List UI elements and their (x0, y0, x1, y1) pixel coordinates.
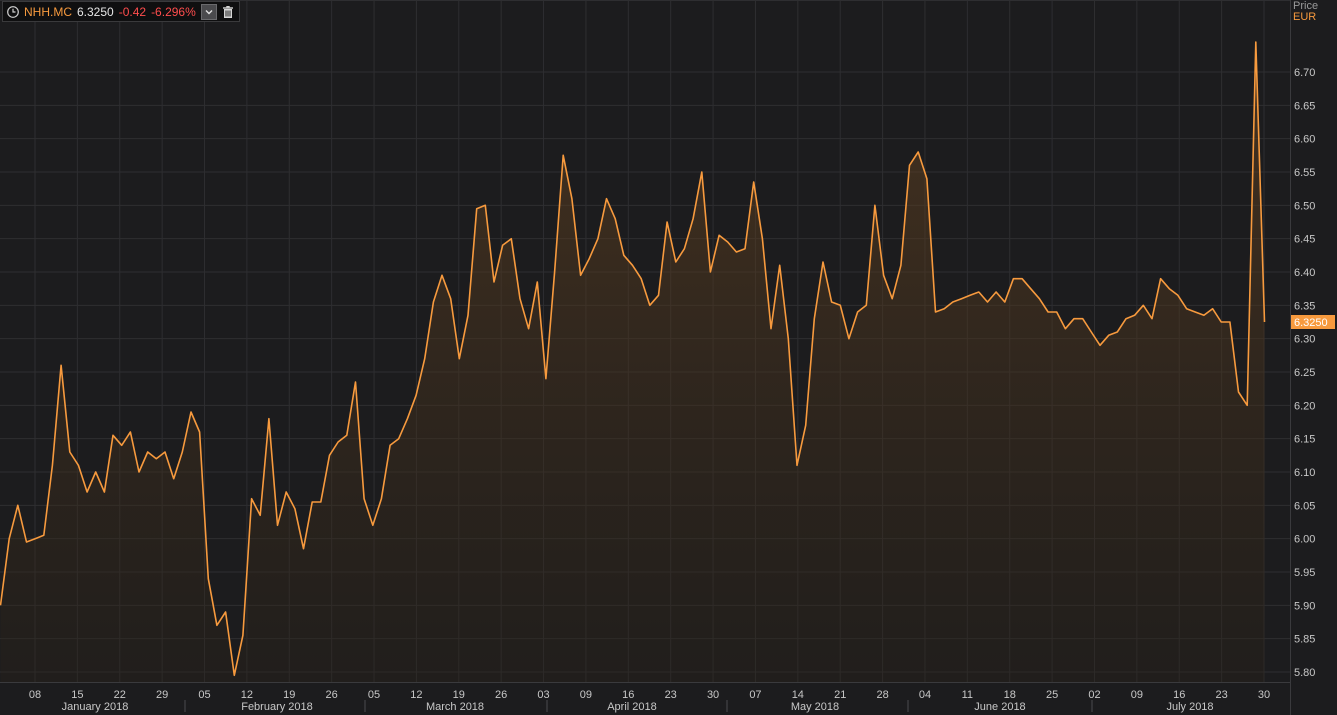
x-day-tick-label: 02 (1088, 689, 1100, 701)
x-day-tick-label: 07 (749, 689, 761, 701)
x-day-tick-label: 16 (1173, 689, 1185, 701)
y-tick-label: 6.55 (1294, 167, 1315, 179)
x-day-tick-label: 09 (580, 689, 592, 701)
x-month-label: May 2018 (791, 701, 839, 713)
x-day-tick-label: 30 (707, 689, 719, 701)
x-day-tick-label: 11 (962, 689, 973, 701)
x-day-tick-label: 18 (1004, 689, 1016, 701)
x-day-tick-label: 28 (876, 689, 888, 701)
y-tick-label: 6.05 (1294, 500, 1315, 512)
y-tick-label: 6.35 (1294, 300, 1315, 312)
y-tick-label: 5.90 (1294, 600, 1315, 612)
price-area (0, 42, 1265, 682)
x-month-label: March 2018 (426, 701, 484, 713)
trash-icon[interactable] (221, 5, 235, 19)
price-change: -0.42 (118, 4, 147, 19)
y-tick-label: 6.25 (1294, 367, 1315, 379)
last-price: 6.3250 (77, 4, 114, 19)
y-tick-label: 5.95 (1294, 567, 1315, 579)
y-tick-label: 6.65 (1294, 100, 1315, 112)
instrument-header[interactable]: NHH.MC 6.3250 -0.42 -6.296% (2, 1, 240, 22)
x-month-label: April 2018 (607, 701, 657, 713)
y-tick-label: 5.80 (1294, 667, 1315, 679)
y-tick-label: 6.30 (1294, 334, 1315, 346)
y-tick-label: 6.15 (1294, 434, 1315, 446)
y-tick-label: 6.20 (1294, 400, 1315, 412)
ticker-symbol: NHH.MC (24, 4, 72, 19)
price-chart[interactable]: 5.80 5.85 5.90 5.95 6.00 6.05 6.10 6.15 6.20 6.25… (0, 0, 1337, 715)
x-day-tick-label: 05 (198, 689, 210, 701)
x-day-tick-label: 12 (410, 689, 422, 701)
x-month-label: February 2018 (241, 701, 313, 713)
y-tick-label: 6.40 (1294, 267, 1315, 279)
x-day-tick-label: 19 (283, 689, 295, 701)
x-day-tick-label: 29 (156, 689, 168, 701)
x-day-tick-label: 03 (537, 689, 549, 701)
x-day-tick-label: 14 (792, 689, 804, 701)
x-day-tick-label: 12 (241, 689, 253, 701)
x-month-label: January 2018 (62, 701, 129, 713)
last-price-badge-label: 6.3250 (1294, 317, 1328, 329)
x-month-label: June 2018 (974, 701, 1025, 713)
x-day-tick-label: 22 (114, 689, 126, 701)
x-day-tick-label: 23 (665, 689, 677, 701)
y-tick-label: 6.50 (1294, 200, 1315, 212)
y-tick-label: 6.70 (1294, 67, 1315, 79)
x-day-tick-label: 16 (622, 689, 634, 701)
y-tick-label: 6.00 (1294, 534, 1315, 546)
price-change-percent: -6.296% (151, 4, 196, 19)
x-axis: 08 15 22 29 05 12 19 26 05 12 19 26 03 09 16 23 30 07 14 21… (0, 682, 1290, 713)
x-month-label: July 2018 (1166, 701, 1213, 713)
y-tick-label: 6.60 (1294, 134, 1315, 146)
x-day-tick-label: 04 (919, 689, 931, 701)
currency-label: EUR (1293, 11, 1317, 23)
x-day-tick-label: 08 (29, 689, 41, 701)
x-day-tick-label: 09 (1131, 689, 1143, 701)
x-day-tick-label: 15 (71, 689, 83, 701)
x-day-tick-label: 26 (495, 689, 507, 701)
y-axis: 5.80 5.85 5.90 5.95 6.00 6.05 6.10 6.15 6.20 6.25… (1290, 0, 1315, 715)
y-tick-label: 6.10 (1294, 467, 1315, 479)
clock-icon[interactable] (6, 5, 20, 19)
y-tick-label: 5.85 (1294, 634, 1315, 646)
chevron-down-icon[interactable] (200, 3, 217, 20)
x-day-tick-label: 21 (834, 689, 846, 701)
x-day-tick-label: 25 (1046, 689, 1058, 701)
x-day-tick-label: 23 (1215, 689, 1227, 701)
x-day-tick-label: 05 (368, 689, 380, 701)
x-day-tick-label: 19 (453, 689, 465, 701)
x-day-tick-label: 30 (1258, 689, 1270, 701)
x-day-tick-label: 26 (326, 689, 338, 701)
y-tick-label: 6.45 (1294, 234, 1315, 246)
last-price-badge: 6.3250 (1291, 315, 1335, 329)
